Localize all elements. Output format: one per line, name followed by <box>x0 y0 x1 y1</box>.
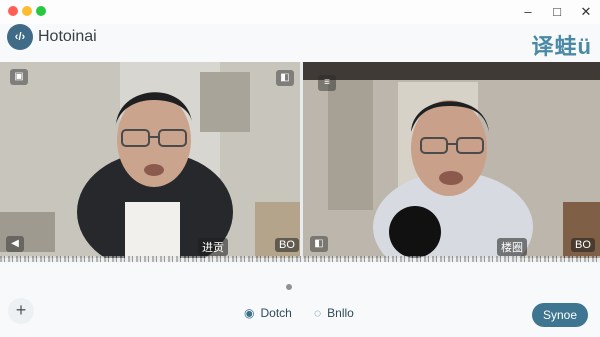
caption-icon[interactable]: ▣ <box>10 69 28 85</box>
add-button[interactable]: + <box>8 298 34 324</box>
chat-icon[interactable]: ≡ <box>318 75 336 91</box>
video-tile-right[interactable]: ≡ ◧ 楼圈 BO <box>303 62 600 258</box>
close-icon[interactable]: ✕ <box>576 3 596 21</box>
page-indicator[interactable] <box>286 284 292 290</box>
brand-text: 译蛙 <box>531 34 578 59</box>
voice-control[interactable]: ◌ Bnllo <box>314 306 354 320</box>
video-tile-left[interactable]: ▣ ◧ ◀︎ 进贡 BO <box>0 62 300 258</box>
close-window-dot[interactable] <box>8 6 18 16</box>
participant-left-video <box>0 62 300 258</box>
app-name: Hotoinai <box>38 28 97 45</box>
watch-label: Dotch <box>260 306 292 320</box>
participant-right-label: 楼圈 <box>497 238 527 256</box>
title-bar: – □ ✕ <box>0 0 600 25</box>
brand-logo: 译蛙ü <box>532 29 592 61</box>
watch-control[interactable]: ◉ Dotch <box>244 306 292 320</box>
app-header: ‹/› Hotoinai 译蛙ü <box>0 24 600 60</box>
volume-icon[interactable]: ◀︎ <box>6 236 24 252</box>
main-action-button[interactable]: Synoe <box>532 303 588 327</box>
participant-left-badge: BO <box>275 238 299 252</box>
camera-icon[interactable]: ◧ <box>310 236 328 252</box>
minimize-window-dot[interactable] <box>22 6 32 16</box>
code-brackets-icon[interactable]: ‹/› <box>7 24 33 50</box>
app-window: – □ ✕ ‹/› Hotoinai 译蛙ü ▣ ◧ ◀︎ 进贡 BO ≡ ◧ … <box>0 0 600 337</box>
mic-icon: ◌ <box>314 306 322 320</box>
camera-icon[interactable]: ◧ <box>276 70 294 86</box>
maximize-icon[interactable]: □ <box>547 3 567 21</box>
zoom-window-dot[interactable] <box>36 6 46 16</box>
minimize-icon[interactable]: – <box>518 3 538 21</box>
participant-left-label: 进贡 <box>198 238 228 256</box>
participant-right-video <box>303 62 600 258</box>
brand-suffix: ü <box>577 34 592 59</box>
participant-right-badge: BO <box>571 238 595 252</box>
voice-label: Bnllo <box>327 306 354 320</box>
video-artifact-strip <box>0 256 600 262</box>
eye-icon: ◉ <box>244 306 255 320</box>
